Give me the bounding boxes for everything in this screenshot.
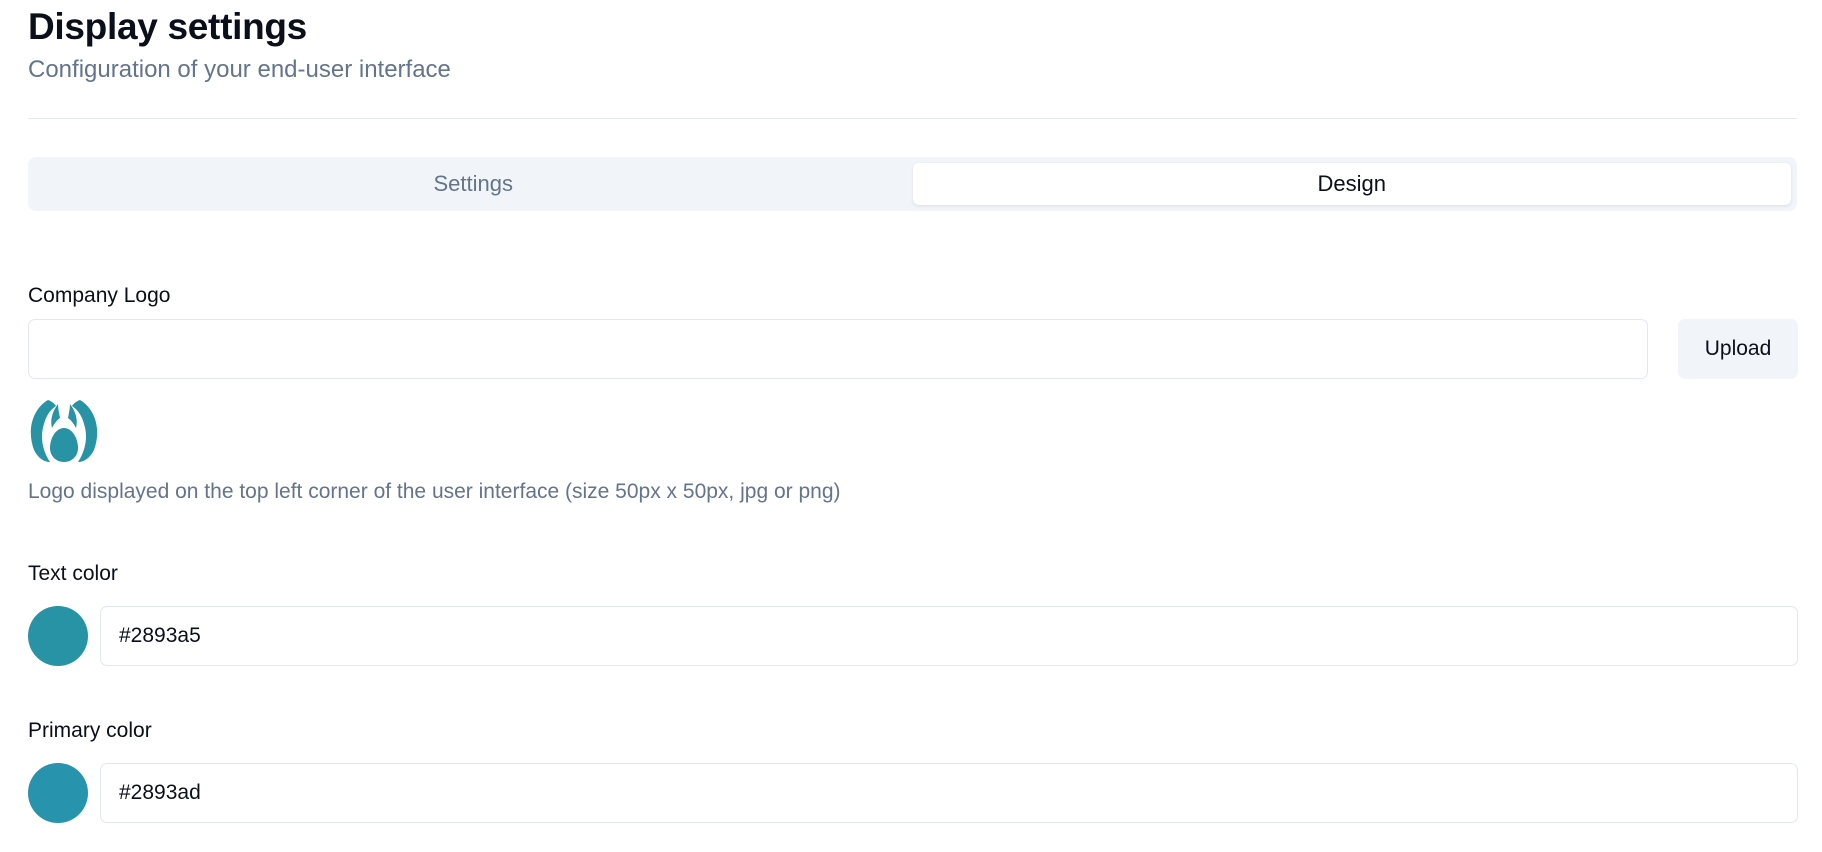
primary-color-input[interactable]	[100, 763, 1798, 823]
header-divider	[28, 118, 1797, 119]
primary-color-swatch[interactable]	[28, 763, 88, 823]
page-title: Display settings	[28, 6, 307, 47]
page-subtitle: Configuration of your end-user interface	[28, 56, 451, 83]
text-color-label: Text color	[28, 562, 118, 585]
display-settings-page: Display settings Configuration of your e…	[0, 0, 1822, 852]
tab-settings[interactable]: Settings	[34, 163, 913, 205]
text-color-swatch[interactable]	[28, 606, 88, 666]
drop-petal-logo-icon	[30, 400, 98, 462]
company-logo-preview	[28, 398, 100, 464]
tab-bar: Settings Design	[28, 157, 1797, 211]
primary-color-label: Primary color	[28, 719, 152, 742]
company-logo-label: Company Logo	[28, 284, 171, 307]
tab-design[interactable]: Design	[912, 163, 1791, 205]
company-logo-input[interactable]	[28, 319, 1648, 379]
company-logo-help-text: Logo displayed on the top left corner of…	[28, 480, 841, 503]
upload-button[interactable]: Upload	[1678, 319, 1798, 379]
text-color-input[interactable]	[100, 606, 1798, 666]
